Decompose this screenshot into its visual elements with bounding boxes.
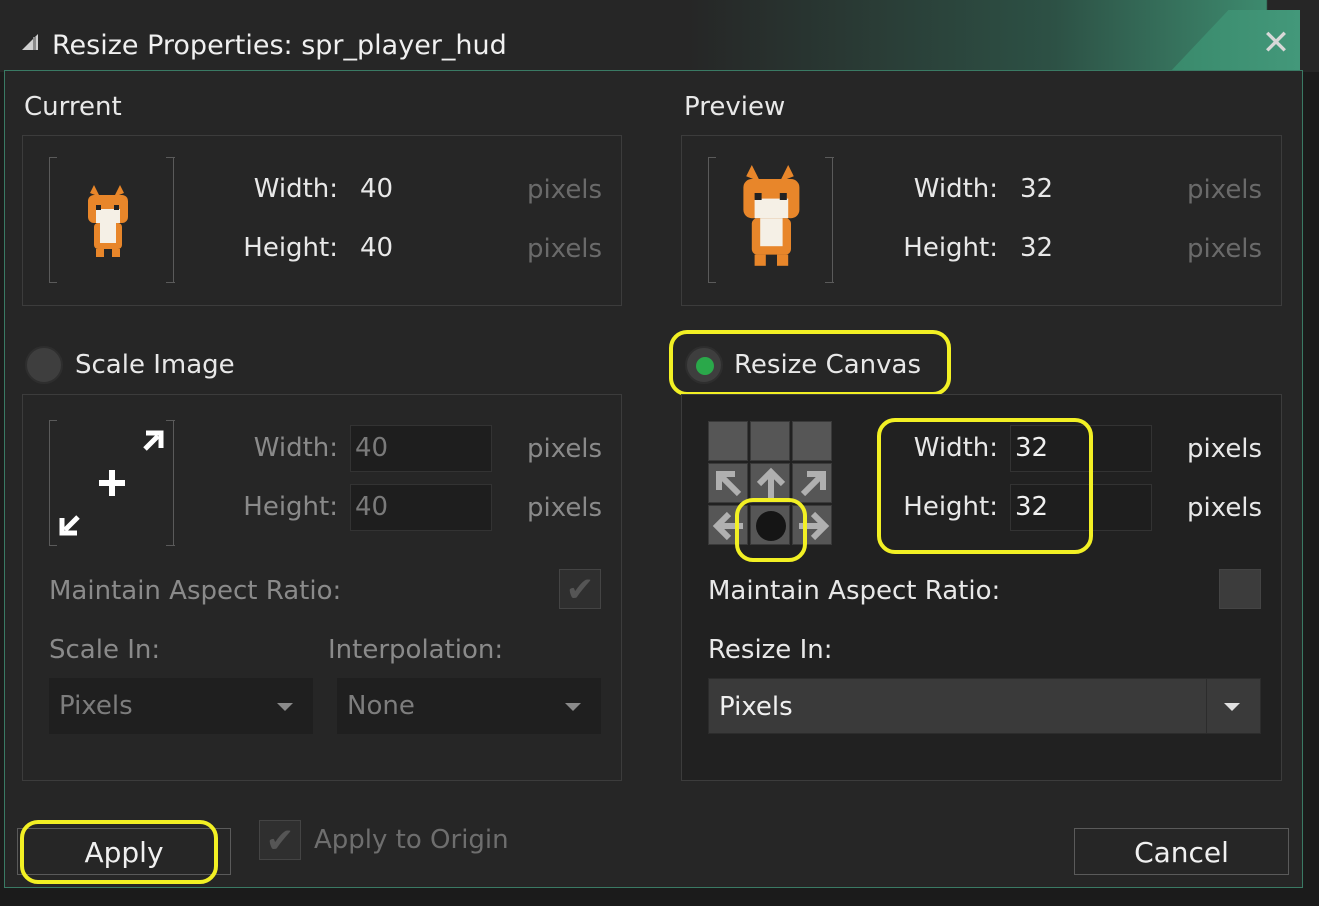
scale-image-radio[interactable] xyxy=(25,346,63,384)
scale-icon-frame xyxy=(49,420,175,546)
arrow-up-right-icon xyxy=(800,471,826,497)
anchor-center-highlight xyxy=(735,498,807,562)
check-icon: ✔ xyxy=(265,821,295,861)
anchor-left-top[interactable] xyxy=(708,463,748,503)
scale-resize-icon xyxy=(50,420,175,546)
preview-height-unit: pixels xyxy=(1187,234,1263,264)
window-title: Resize Properties: spr_player_hud xyxy=(52,30,507,61)
preview-heading: Preview xyxy=(684,92,786,122)
chevron-down-icon xyxy=(1224,703,1240,711)
preview-height-value: 32 xyxy=(1020,233,1054,263)
anchor-top[interactable] xyxy=(750,421,790,461)
current-heading: Current xyxy=(24,92,122,122)
scale-image-label[interactable]: Scale Image xyxy=(75,350,235,380)
close-icon[interactable]: ✕ xyxy=(1258,26,1294,62)
interpolation-value: None xyxy=(347,691,415,721)
arrow-up-left-icon xyxy=(716,471,742,497)
current-width-value: 40 xyxy=(360,174,394,204)
scale-width-unit: pixels xyxy=(527,434,603,464)
apply-to-origin-label: Apply to Origin xyxy=(314,825,509,855)
current-width-label: Width: xyxy=(253,174,338,204)
apply-button-highlight xyxy=(20,820,218,884)
scale-in-dropdown[interactable]: Pixels xyxy=(49,678,313,734)
resize-maintain-aspect-checkbox[interactable] xyxy=(1219,569,1261,609)
resize-maintain-aspect-label: Maintain Aspect Ratio: xyxy=(708,576,1001,606)
preview-sprite-image xyxy=(709,157,834,283)
preview-height-label: Height: xyxy=(903,233,998,263)
scale-maintain-aspect-checkbox[interactable]: ✔ xyxy=(559,569,601,610)
scale-height-label: Height: xyxy=(243,492,338,522)
chevron-down-icon xyxy=(565,703,581,711)
scale-height-unit: pixels xyxy=(527,493,603,523)
scale-in-value: Pixels xyxy=(59,691,133,721)
preview-sprite-frame xyxy=(708,157,834,283)
interpolation-label: Interpolation: xyxy=(328,635,504,665)
current-width-unit: pixels xyxy=(527,175,603,205)
scale-width-label: Width: xyxy=(253,433,338,463)
preview-width-value: 32 xyxy=(1020,174,1054,204)
resize-height-unit: pixels xyxy=(1187,493,1263,523)
scale-in-label: Scale In: xyxy=(49,635,161,665)
resize-canvas-highlight xyxy=(669,330,951,396)
chevron-down-icon xyxy=(277,703,293,711)
scale-height-input[interactable]: 40 xyxy=(350,484,492,531)
cancel-button[interactable]: Cancel xyxy=(1074,828,1289,875)
resize-in-label: Resize In: xyxy=(708,635,833,665)
current-height-label: Height: xyxy=(243,233,338,263)
anchor-up[interactable] xyxy=(750,463,790,503)
resize-in-value: Pixels xyxy=(719,692,793,722)
current-sprite-image xyxy=(50,157,175,283)
interpolation-dropdown[interactable]: None xyxy=(337,678,601,734)
apply-to-origin-checkbox[interactable]: ✔ xyxy=(259,820,301,861)
resize-in-dropdown[interactable]: Pixels xyxy=(708,678,1261,734)
preview-width-label: Width: xyxy=(913,174,998,204)
window-icon xyxy=(20,32,40,52)
scale-maintain-aspect-label: Maintain Aspect Ratio: xyxy=(49,576,342,606)
resize-width-unit: pixels xyxy=(1187,434,1263,464)
current-height-value: 40 xyxy=(360,233,394,263)
preview-width-unit: pixels xyxy=(1187,175,1263,205)
anchor-right-top[interactable] xyxy=(792,463,832,503)
anchor-top-right[interactable] xyxy=(792,421,832,461)
check-icon: ✔ xyxy=(565,570,595,610)
anchor-top-left[interactable] xyxy=(708,421,748,461)
dropdown-divider xyxy=(1206,679,1207,733)
current-height-unit: pixels xyxy=(527,234,603,264)
resize-dimensions-highlight xyxy=(877,418,1093,554)
current-sprite-frame xyxy=(49,157,175,283)
scale-width-input[interactable]: 40 xyxy=(350,425,492,472)
